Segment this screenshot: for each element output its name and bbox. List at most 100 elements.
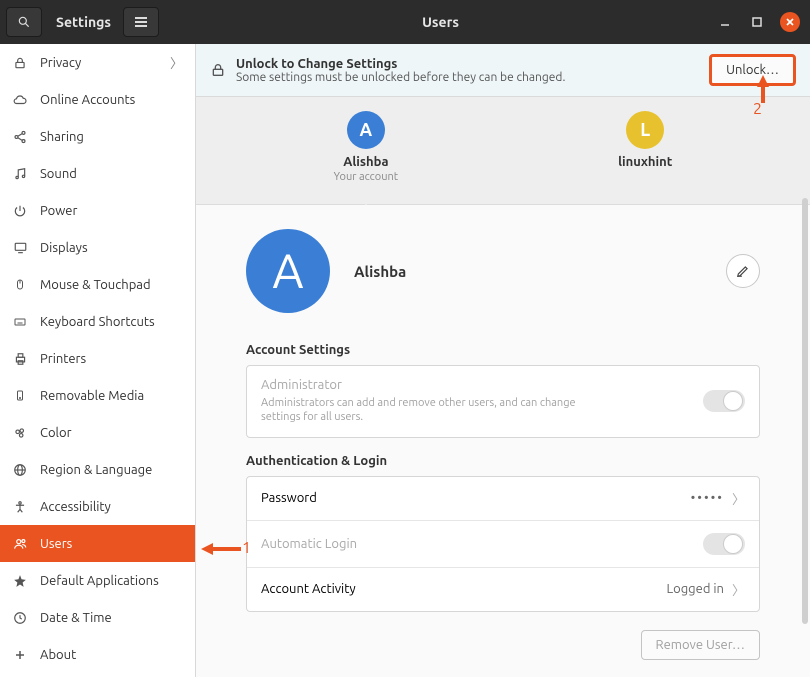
sidebar-item-label: Users xyxy=(40,537,72,551)
sidebar-item-accessibility[interactable]: Accessibility xyxy=(0,488,195,525)
auto-login-toggle[interactable] xyxy=(703,533,745,555)
minimize-icon xyxy=(720,17,730,27)
sidebar-item-label: Default Applications xyxy=(40,574,159,588)
lock-icon xyxy=(12,56,28,70)
sidebar-item-label: Sharing xyxy=(40,130,84,144)
user-name: Alishba xyxy=(343,155,388,169)
auto-login-label: Automatic Login xyxy=(261,537,357,551)
sidebar-title: Settings xyxy=(56,14,111,30)
account-settings-title: Account Settings xyxy=(246,343,760,357)
accessibility-icon xyxy=(12,500,28,514)
password-row[interactable]: Password ••••• 〉 xyxy=(247,477,759,521)
power-icon xyxy=(12,204,28,218)
user-sub: Your account xyxy=(334,171,398,183)
remove-row: Remove User… xyxy=(246,630,760,660)
chevron-right-icon: 〉 xyxy=(732,489,745,508)
main: Privacy 〉 Online Accounts Sharing Sound Power… xyxy=(0,44,810,677)
sidebar-item-sharing[interactable]: Sharing xyxy=(0,118,195,155)
activity-row[interactable]: Account Activity Logged in 〉 xyxy=(247,568,759,611)
sidebar-item-default-applications[interactable]: Default Applications xyxy=(0,562,195,599)
sidebar[interactable]: Privacy 〉 Online Accounts Sharing Sound Power… xyxy=(0,44,196,677)
profile-row: A Alishba xyxy=(246,229,760,313)
avatar: A xyxy=(347,111,385,149)
sidebar-item-label: Privacy xyxy=(40,56,81,70)
edit-name-button[interactable] xyxy=(726,254,760,288)
user-card-linuxhint[interactable]: Llinuxhint xyxy=(618,111,672,204)
scrollbar[interactable] xyxy=(801,198,809,671)
sidebar-item-label: Date & Time xyxy=(40,611,112,625)
search-button[interactable] xyxy=(6,7,42,37)
music-icon xyxy=(12,167,28,181)
administrator-label: Administrator xyxy=(261,378,581,392)
banner-sub: Some settings must be unlocked before th… xyxy=(236,71,565,84)
unlock-banner: Unlock to Change Settings Some settings … xyxy=(196,44,810,97)
display-icon xyxy=(12,241,28,255)
unlock-button[interactable]: Unlock… xyxy=(709,54,796,86)
pencil-icon xyxy=(736,264,750,278)
page-title: Users xyxy=(165,14,716,30)
chevron-right-icon: 〉 xyxy=(170,53,183,72)
sidebar-item-printers[interactable]: Printers xyxy=(0,340,195,377)
sidebar-item-removable-media[interactable]: Removable Media xyxy=(0,377,195,414)
maximize-icon xyxy=(752,17,762,27)
disk-icon xyxy=(12,388,28,403)
maximize-button[interactable] xyxy=(748,13,766,31)
profile-name: Alishba xyxy=(354,263,406,280)
profile-avatar: A xyxy=(246,229,330,313)
sidebar-item-keyboard-shortcuts[interactable]: Keyboard Shortcuts xyxy=(0,303,195,340)
password-value: ••••• xyxy=(691,491,724,505)
activity-label: Account Activity xyxy=(261,582,356,596)
auto-login-row: Automatic Login xyxy=(247,521,759,568)
remove-user-button[interactable]: Remove User… xyxy=(641,630,761,660)
account-settings-box: Administrator Administrators can add and… xyxy=(246,365,760,438)
star-icon xyxy=(12,574,28,588)
sidebar-item-label: Keyboard Shortcuts xyxy=(40,315,155,329)
annotation-number-1: 1 xyxy=(242,539,251,557)
sidebar-item-label: Accessibility xyxy=(40,500,111,514)
chevron-right-icon: 〉 xyxy=(732,580,745,599)
titlebar: Settings Users xyxy=(0,0,810,44)
sidebar-item-label: Color xyxy=(40,426,72,440)
hamburger-icon xyxy=(134,16,148,28)
sidebar-item-privacy[interactable]: Privacy 〉 xyxy=(0,44,195,81)
banner-text: Unlock to Change Settings Some settings … xyxy=(236,57,565,84)
close-button[interactable] xyxy=(780,12,800,32)
activity-value: Logged in xyxy=(666,582,724,596)
sidebar-item-label: About xyxy=(40,648,76,662)
sidebar-item-label: Mouse & Touchpad xyxy=(40,278,151,292)
sidebar-item-online-accounts[interactable]: Online Accounts xyxy=(0,81,195,118)
sidebar-item-label: Sound xyxy=(40,167,77,181)
sidebar-item-label: Region & Language xyxy=(40,463,152,477)
sidebar-item-region-language[interactable]: Region & Language xyxy=(0,451,195,488)
sidebar-item-power[interactable]: Power xyxy=(0,192,195,229)
sidebar-item-label: Displays xyxy=(40,241,88,255)
sidebar-item-displays[interactable]: Displays xyxy=(0,229,195,266)
administrator-toggle[interactable] xyxy=(703,390,745,412)
keyboard-icon xyxy=(12,316,28,328)
auth-title: Authentication & Login xyxy=(246,454,760,468)
plus-icon xyxy=(12,649,28,661)
hamburger-button[interactable] xyxy=(123,7,159,37)
administrator-desc: Administrators can add and remove other … xyxy=(261,396,581,425)
annotation-number-2: 2 xyxy=(753,100,762,118)
sidebar-item-color[interactable]: Color xyxy=(0,414,195,451)
sidebar-item-about[interactable]: About xyxy=(0,636,195,673)
sidebar-item-label: Power xyxy=(40,204,77,218)
content: Unlock to Change Settings Some settings … xyxy=(196,44,810,677)
sidebar-item-users[interactable]: Users xyxy=(0,525,195,562)
palette-icon xyxy=(12,426,28,440)
users-icon xyxy=(12,537,28,551)
user-card-alishba[interactable]: A Alishba Your account xyxy=(334,111,398,204)
avatar: L xyxy=(626,111,664,149)
sidebar-item-date-time[interactable]: Date & Time xyxy=(0,599,195,636)
window-controls xyxy=(716,12,810,32)
auth-box: Password ••••• 〉 Automatic Login Account… xyxy=(246,476,760,612)
minimize-button[interactable] xyxy=(716,13,734,31)
clock-icon xyxy=(12,611,28,625)
sidebar-item-label: Online Accounts xyxy=(40,93,135,107)
user-name: linuxhint xyxy=(618,155,672,169)
sidebar-item-label: Printers xyxy=(40,352,86,366)
globe-icon xyxy=(12,463,28,477)
sidebar-item-mouse-touchpad[interactable]: Mouse & Touchpad xyxy=(0,266,195,303)
sidebar-item-sound[interactable]: Sound xyxy=(0,155,195,192)
